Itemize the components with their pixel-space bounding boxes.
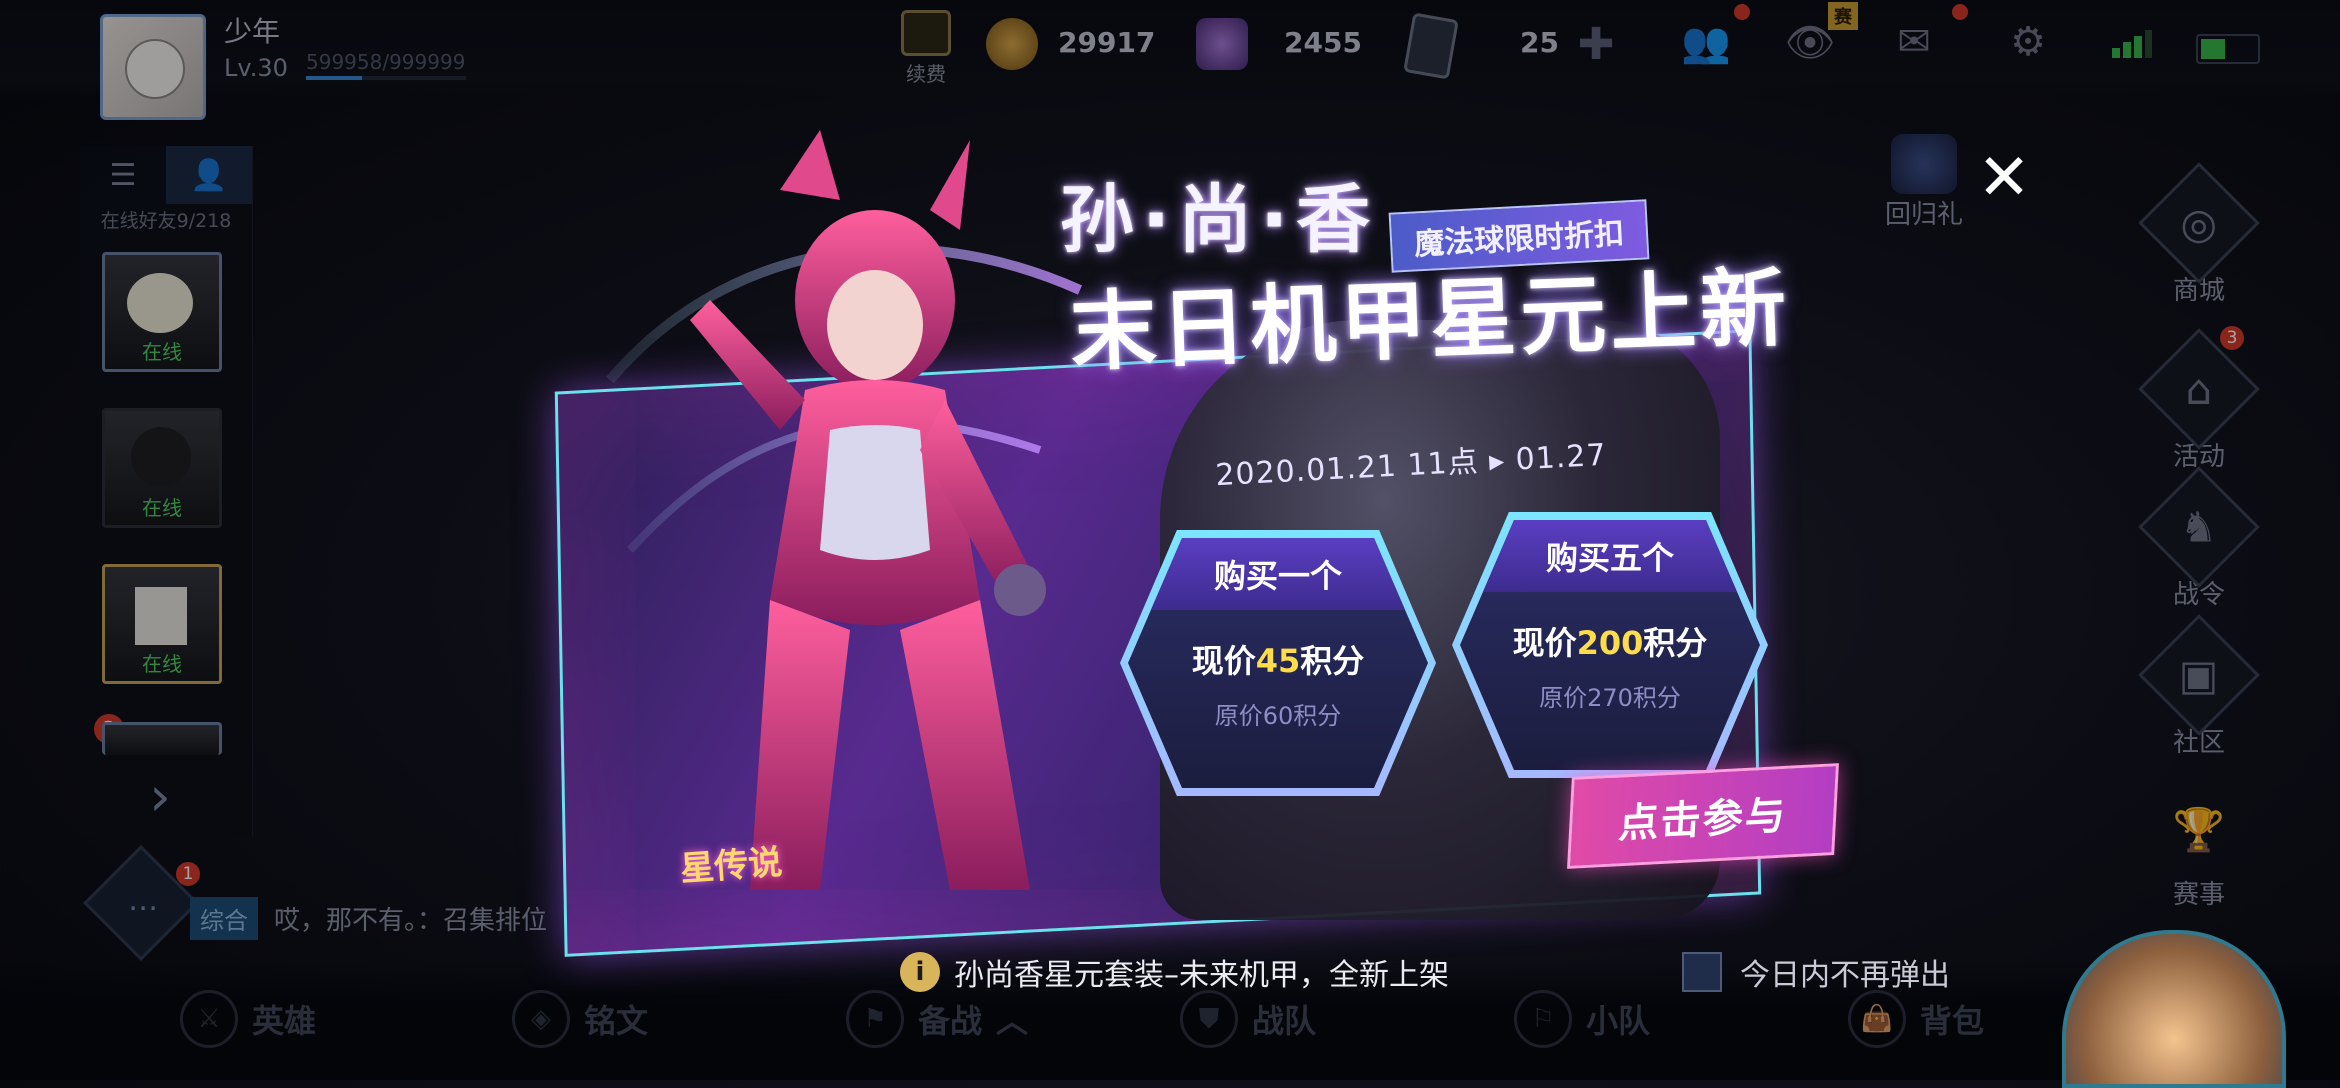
offer-current-price: 现价45积分 <box>1191 642 1365 680</box>
close-icon: ✕ <box>1977 141 2031 215</box>
offer-original-price: 原价60积分 <box>1214 702 1342 730</box>
dont-show-checkbox[interactable] <box>1682 952 1722 992</box>
offer-current-price: 现价200积分 <box>1512 624 1708 662</box>
hero-illustration <box>606 130 1083 890</box>
offer-title: 购买一个 <box>1128 538 1428 610</box>
offer-buy-five[interactable]: 购买五个 现价200积分 原价270积分 <box>1452 512 1768 778</box>
close-button[interactable]: ✕ <box>1972 141 2036 215</box>
series-logo: 星传说 <box>678 842 784 890</box>
dont-show-today-toggle[interactable]: 今日内不再弹出 <box>1682 950 1950 994</box>
offer-original-price: 原价270积分 <box>1539 684 1681 712</box>
offer-buy-one[interactable]: 购买一个 现价45积分 原价60积分 <box>1120 530 1436 796</box>
join-button[interactable]: 点击参与 <box>1567 763 1839 869</box>
offer-title: 购买五个 <box>1460 520 1760 592</box>
popup-hero-name: 孙·尚·香 <box>1060 177 1379 263</box>
info-icon: i <box>900 952 940 992</box>
popup-headline: 末日机甲星元上新 <box>1068 258 1792 384</box>
popup-caption: i 孙尚香星元套装–未来机甲，全新上架 <box>900 950 1449 994</box>
